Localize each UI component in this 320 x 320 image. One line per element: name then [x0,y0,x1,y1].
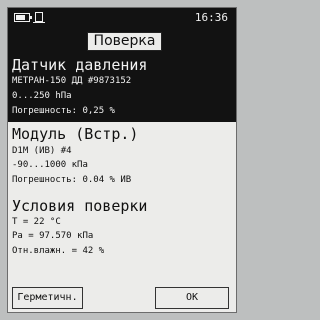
status-bar: 16:36 [8,8,236,28]
conditions-panel[interactable]: Условия поверки T = 22 °C Pa = 97.570 кП… [8,196,236,264]
module-title: Модуль (Встр.) [12,125,139,143]
ok-button[interactable]: OK [155,287,229,309]
module-id: D1M (ИВ) #4 [12,146,72,156]
storage-icon [33,12,45,23]
conditions-title: Условия поверки [12,197,148,215]
leak-test-button[interactable]: Герметичн. [12,287,83,309]
module-panel[interactable]: Модуль (Встр.) D1M (ИВ) #4 -90...1000 кП… [8,124,236,194]
sensor-name: Датчик давления [12,56,148,74]
clock: 16:36 [194,11,228,24]
module-error: Погрешность: 0.04 % ИВ [12,175,132,185]
module-range: -90...1000 кПа [12,160,88,170]
button-bar: Герметичн. OK [8,283,236,312]
sensor-range: 0...250 hПа [12,91,72,101]
sensor-panel[interactable]: Датчик давления МЕТРАН-150 ДД #9873152 0… [8,54,236,122]
humidity-value: Отн.влажн. = 42 % [12,246,105,256]
title-bar: Поверка [8,28,236,54]
temperature-value: T = 22 °C [12,217,61,227]
sensor-model: МЕТРАН-150 ДД #9873152 [12,76,132,86]
page-title: Поверка [87,32,162,51]
device-screen: 16:36 Поверка Датчик давления МЕТРАН-150… [7,7,237,313]
pressure-value: Pa = 97.570 кПа [12,231,94,241]
sensor-error: Погрешность: 0,25 % [12,106,115,116]
battery-icon [14,13,32,22]
